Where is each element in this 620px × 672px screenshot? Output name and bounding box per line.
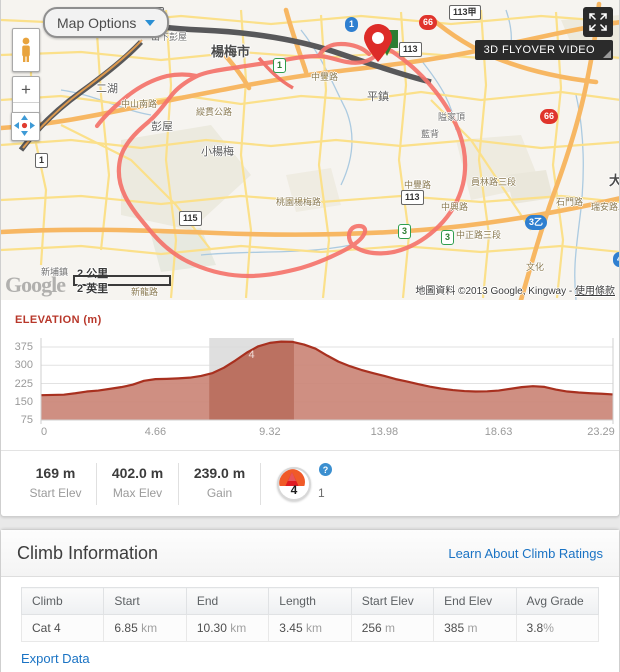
route-detail-page: 二湖楊梅市山下彭屋彭屋小楊梅平鎮隘家頂藍背新埔鎮大中山南路縱貫公路中豐路員林路三… — [0, 0, 620, 672]
unit-label: % — [543, 621, 554, 635]
map-scale-bar: 2 公里 2 英里 — [73, 265, 171, 295]
unit-label: m — [381, 621, 396, 635]
route-map[interactable]: 二湖楊梅市山下彭屋彭屋小楊梅平鎮隘家頂藍背新埔鎮大中山南路縱貫公路中豐路員林路三… — [1, 0, 619, 300]
map-pan-control[interactable] — [11, 112, 40, 141]
column-header: Start Elev — [350, 587, 435, 615]
flyover-video-label: 3D FLYOVER VIDEO — [483, 44, 595, 56]
elevation-chart-title: ELEVATION (m) — [15, 314, 102, 326]
y-axis-tick-label: 300 — [14, 359, 33, 372]
route-shield: 113 — [401, 190, 424, 205]
table-cell: 3.45 km — [268, 614, 352, 642]
map-options-label: Map Options — [57, 14, 137, 31]
map-and-elevation-panel: 二湖楊梅市山下彭屋彭屋小楊梅平鎮隘家頂藍背新埔鎮大中山南路縱貫公路中豐路員林路三… — [0, 0, 620, 517]
route-shield: 113 — [399, 42, 422, 57]
climb-table: Climb Start End Length Start Elev End Elev Avg… — [20, 587, 600, 642]
stat-value: 239.0 m — [193, 465, 246, 481]
expand-arrows-icon — [588, 12, 608, 32]
fullscreen-button[interactable] — [583, 7, 613, 37]
x-axis-tick-label: 0 — [40, 426, 48, 438]
x-axis-tick-label: 13.98 — [370, 426, 399, 438]
table-row: Cat 4 6.85 km 10.30 km 3.45 km 256 m 385 m 3.8… — [20, 614, 600, 642]
route-stats-row: 169 m Start Elev 402.0 m Max Elev 239.0 … — [1, 450, 619, 516]
flyover-video-button[interactable]: 3D FLYOVER VIDEO — [474, 40, 613, 60]
stat-gain: 239.0 m Gain — [179, 463, 261, 505]
x-axis-tick-label: 23.29 — [587, 426, 615, 438]
stat-label: Gain — [206, 486, 233, 500]
street-view-pegman[interactable] — [12, 28, 40, 72]
column-header: Start — [103, 587, 187, 615]
scale-imperial-label: 2 英里 — [77, 283, 109, 295]
x-axis-tick-label: 4.66 — [144, 426, 167, 438]
route-shield: 1 — [345, 17, 359, 32]
stat-value: 169 m — [35, 465, 76, 481]
chevron-down-icon — [145, 19, 156, 26]
climb-information-header: Climb Information Learn About Climb Rati… — [1, 530, 619, 577]
route-shield: 66 — [419, 15, 438, 30]
elevation-profile-section: ELEVATION (m) 4 75 150 225 300 375 0 4.66 9.32 1… — [1, 300, 619, 450]
route-shield: 113甲 — [449, 5, 481, 20]
column-header: Climb — [20, 587, 105, 615]
unit-label: km — [137, 621, 158, 635]
column-header: End — [185, 587, 270, 615]
pegman-icon — [22, 37, 30, 62]
table-cell: 10.30 km — [185, 614, 270, 642]
elevation-chart-svg: 4 — [40, 338, 614, 424]
column-header: Avg Grade — [515, 587, 600, 615]
table-cell: Cat 4 — [20, 614, 105, 642]
learn-about-climb-ratings-link[interactable]: Learn About Climb Ratings — [448, 546, 603, 561]
table-cell: 3.8% — [515, 614, 600, 642]
column-header: End Elev — [433, 587, 517, 615]
route-shield: 4 — [613, 252, 619, 267]
table-header-row: Climb Start End Length Start Elev End Elev Avg… — [20, 587, 600, 615]
y-axis-tick-label: 150 — [14, 395, 33, 408]
attribution-text: 地圖資料 ©2013 Google, Kingway - — [415, 286, 575, 297]
unit-label: km — [226, 621, 247, 635]
resize-corner-icon — [603, 50, 611, 58]
table-cell: 385 m — [433, 614, 517, 642]
table-cell: 6.85 km — [103, 614, 187, 642]
climb-information-panel: Climb Information Learn About Climb Rati… — [0, 529, 620, 672]
y-axis-tick-label: 75 — [20, 414, 33, 426]
zoom-in-button[interactable]: + — [13, 77, 39, 103]
unit-label: m — [464, 621, 478, 635]
route-shield: 115 — [179, 211, 202, 226]
x-axis-tick-label: 9.32 — [259, 426, 281, 438]
svg-text:4: 4 — [249, 349, 255, 361]
help-icon[interactable]: ? — [319, 463, 332, 476]
stat-label: Start Elev — [29, 486, 82, 500]
y-axis-tick-label: 375 — [14, 341, 33, 353]
route-shield: 3 — [441, 230, 455, 245]
terms-of-use-link[interactable]: 使用條款 — [575, 286, 615, 297]
climb-table-wrapper: Climb Start End Length Start Elev End Elev Avg… — [1, 577, 619, 642]
climb-information-title: Climb Information — [17, 542, 159, 563]
google-logo: Google — [5, 272, 66, 297]
climb-count: 1 — [318, 486, 325, 500]
route-end-marker[interactable] — [361, 24, 395, 64]
y-axis-tick-label: 225 — [14, 377, 33, 390]
stat-label: Max Elev — [112, 486, 163, 500]
pan-arrows-icon — [12, 113, 37, 138]
table-cell: 256 m — [350, 614, 435, 642]
route-shield: 1 — [273, 58, 287, 73]
stat-start-elev: 169 m Start Elev — [15, 463, 97, 505]
elevation-chart[interactable]: 4 75 150 225 300 375 0 4.66 9.32 13.98 18.63 23.29 — [1, 332, 619, 450]
column-header: Length — [268, 587, 352, 615]
map-options-button[interactable]: Map Options — [43, 7, 170, 38]
stat-max-elev: 402.0 m Max Elev — [97, 463, 179, 505]
map-attribution: 地圖資料 ©2013 Google, Kingway - 使用條款 — [415, 282, 615, 297]
export-data-link[interactable]: Export Data — [21, 651, 90, 666]
route-shield: 1 — [35, 153, 49, 168]
route-shield: 3乙 — [525, 215, 548, 230]
route-shield: 3 — [398, 224, 412, 239]
route-shield: 66 — [540, 109, 559, 124]
climb-badge-group: 4 1 ? — [277, 463, 332, 501]
climb-category-badge[interactable]: 4 — [277, 467, 311, 501]
stat-value: 402.0 m — [111, 465, 164, 481]
unit-label: km — [302, 621, 322, 635]
x-axis-tick-label: 18.63 — [484, 426, 513, 438]
climb-category-number: 4 — [290, 483, 298, 497]
